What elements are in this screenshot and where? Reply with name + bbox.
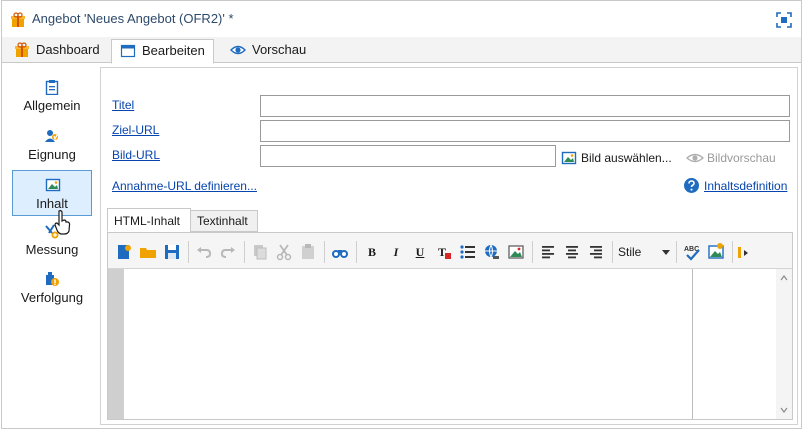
sidebar-item-allgemein[interactable]: Allgemein: [12, 73, 92, 119]
chevron-down-icon: [662, 250, 670, 255]
tab-label: Dashboard: [36, 42, 100, 57]
list-icon[interactable]: [458, 242, 478, 262]
tab-bearbeiten[interactable]: Bearbeiten: [111, 39, 214, 64]
link-icon[interactable]: [482, 242, 502, 262]
sidebar-item-label: Inhalt: [36, 196, 68, 211]
image-icon: [45, 178, 61, 192]
ziel-url-label[interactable]: Ziel-URL: [112, 123, 159, 137]
open-folder-icon[interactable]: [138, 242, 158, 262]
editor-area: [108, 269, 792, 419]
sidebar-item-verfolgung[interactable]: Verfolgung: [12, 265, 92, 311]
gift-icon: [11, 12, 25, 27]
editor-toolbar: B I U T Stile ABC: [108, 233, 792, 269]
tab-label: HTML-Inhalt: [114, 214, 181, 228]
tab-dashboard[interactable]: Dashboard: [6, 39, 108, 63]
editor-tabs: HTML-Inhalt Textinhalt: [102, 208, 797, 232]
scroll-down-icon[interactable]: [780, 406, 788, 414]
cut-icon: [274, 242, 294, 262]
styles-label: Stile: [618, 245, 642, 259]
sidebar-item-eignung[interactable]: Eignung: [12, 122, 92, 168]
section-nav: Allgemein Eignung Inhalt Messung Verfolg…: [8, 67, 96, 429]
eye-icon: [230, 45, 246, 55]
editor-side-frame: [692, 269, 792, 419]
mouse-pointer-icon: [54, 210, 71, 235]
svg-text:T: T: [438, 245, 446, 259]
sidebar-item-inhalt[interactable]: Inhalt: [12, 170, 92, 216]
redo-icon: [218, 242, 238, 262]
spellcheck-icon[interactable]: ABC: [682, 242, 702, 262]
bild-auswaehlen-label: Bild auswählen...: [581, 151, 672, 165]
ziel-url-input[interactable]: [260, 120, 790, 142]
toolbar-divider: [612, 241, 613, 263]
sidebar-item-label: Messung: [25, 242, 79, 257]
toolbar-divider: [732, 241, 733, 263]
maximize-icon[interactable]: [775, 11, 793, 29]
scroll-up-icon[interactable]: [780, 274, 788, 282]
copy-icon: [250, 242, 270, 262]
sidebar-item-label: Verfolgung: [20, 290, 84, 305]
toolbar-divider: [532, 241, 533, 263]
toolbar-divider: [188, 241, 189, 263]
bild-url-label[interactable]: Bild-URL: [112, 148, 160, 162]
image-icon: [561, 151, 577, 165]
find-icon[interactable]: [330, 242, 350, 262]
styles-dropdown[interactable]: Stile: [618, 242, 672, 262]
align-left-icon[interactable]: [538, 242, 558, 262]
save-icon[interactable]: [162, 242, 182, 262]
tab-textinhalt[interactable]: Textinhalt: [190, 210, 258, 232]
align-center-icon[interactable]: [562, 242, 582, 262]
bold-icon[interactable]: B: [362, 242, 382, 262]
main-tabs: Dashboard Bearbeiten Vorschau: [2, 37, 801, 64]
toolbar-divider: [676, 241, 677, 263]
tab-label: Bearbeiten: [142, 43, 205, 58]
offer-editor-window: Angebot 'Neues Angebot (OFR2)' * Dashboa…: [1, 0, 802, 429]
help-icon: [684, 178, 699, 193]
toolbar-divider: [244, 241, 245, 263]
editor-gutter: [108, 269, 124, 419]
eye-icon: [686, 153, 704, 163]
undo-icon: [194, 242, 214, 262]
title-bar: Angebot 'Neues Angebot (OFR2)' *: [2, 1, 801, 37]
text-color-icon[interactable]: T: [434, 242, 454, 262]
sidebar-item-label: Allgemein: [23, 98, 81, 113]
underline-icon[interactable]: U: [410, 242, 430, 262]
new-icon[interactable]: [114, 242, 134, 262]
users-icon: [45, 130, 58, 142]
titel-input[interactable]: [260, 95, 790, 117]
vertical-scrollbar[interactable]: [776, 269, 792, 419]
titel-label[interactable]: Titel: [112, 98, 134, 112]
bildvorschau-label: Bildvorschau: [707, 151, 776, 165]
inhaltsdefinition-label: Inhaltsdefinition: [704, 179, 788, 193]
paste-icon: [298, 242, 318, 262]
toolbar-divider: [356, 241, 357, 263]
annahme-url-link[interactable]: Annahme-URL definieren...: [112, 179, 257, 193]
tab-html-inhalt[interactable]: HTML-Inhalt: [107, 208, 191, 232]
image-insert-icon[interactable]: [506, 242, 526, 262]
gift-icon: [15, 42, 29, 57]
window-icon: [120, 44, 136, 58]
toolbar-divider: [324, 241, 325, 263]
sidebar-item-label: Eignung: [28, 147, 76, 162]
align-right-icon[interactable]: [586, 242, 606, 262]
bild-url-input[interactable]: [260, 145, 556, 167]
sidebar-item-messung[interactable]: Messung: [12, 217, 92, 263]
tracking-icon: [46, 272, 59, 286]
html-content-area[interactable]: [124, 269, 692, 419]
html-editor: B I U T Stile ABC: [107, 232, 793, 420]
insert-picture-icon[interactable]: [706, 242, 726, 262]
tab-label: Textinhalt: [197, 214, 248, 228]
tab-vorschau[interactable]: Vorschau: [222, 39, 314, 63]
more-icon[interactable]: [736, 242, 750, 262]
clipboard-icon: [45, 80, 59, 95]
tab-label: Vorschau: [252, 42, 307, 57]
italic-icon[interactable]: I: [386, 242, 406, 262]
window-title: Angebot 'Neues Angebot (OFR2)' *: [32, 11, 234, 26]
content-panel: Titel Ziel-URL Bild-URL Bild auswählen..…: [100, 67, 798, 425]
